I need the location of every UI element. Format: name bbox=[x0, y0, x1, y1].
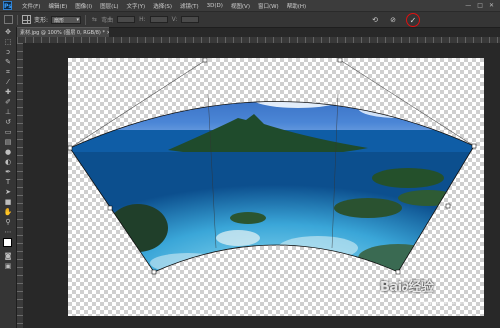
bend-field[interactable] bbox=[117, 16, 136, 23]
crop-tool-icon[interactable]: ⌗ bbox=[0, 67, 16, 77]
warp-label: 变形: bbox=[34, 17, 49, 24]
cancel-icon[interactable]: ⊘ bbox=[388, 15, 398, 25]
menu-layer[interactable]: 图层(L) bbox=[96, 2, 122, 10]
move-tool-icon[interactable]: ✥ bbox=[0, 27, 16, 37]
warp-control-handle[interactable] bbox=[107, 205, 113, 211]
color-swatches[interactable] bbox=[0, 237, 16, 251]
commit-controls: ⟲ ⊘ ✓ bbox=[370, 13, 420, 27]
minimize-button[interactable]: — bbox=[465, 2, 471, 9]
warp-control-handle[interactable] bbox=[151, 269, 157, 275]
v-label: V: bbox=[171, 16, 178, 23]
vertical-ruler bbox=[17, 43, 23, 328]
horizontal-ruler bbox=[17, 37, 500, 43]
window-controls: — □ ✕ bbox=[465, 2, 500, 9]
menu-image[interactable]: 图像(I) bbox=[71, 2, 96, 10]
maximize-button[interactable]: □ bbox=[477, 2, 483, 9]
marquee-tool-icon[interactable]: ⬚ bbox=[0, 37, 16, 47]
watermark-url: jingyan.baidu.com bbox=[420, 300, 467, 306]
quick-select-tool-icon[interactable]: ✎ bbox=[0, 57, 16, 67]
foreground-color-swatch[interactable] bbox=[3, 238, 12, 247]
checkmark-icon: ✓ bbox=[409, 15, 417, 25]
menu-window[interactable]: 窗口(W) bbox=[254, 2, 283, 10]
watermark-logo: Bai∂经验 bbox=[380, 280, 434, 295]
pen-tool-icon[interactable]: ✒ bbox=[0, 167, 16, 177]
app-logo: Ps bbox=[3, 1, 12, 10]
warp-control-handle[interactable] bbox=[395, 269, 401, 275]
menu-select[interactable]: 选择(S) bbox=[149, 2, 176, 10]
warp-control-handle[interactable] bbox=[68, 145, 73, 151]
menu-view[interactable]: 视图(V) bbox=[227, 2, 254, 10]
commit-button[interactable]: ✓ bbox=[406, 13, 420, 27]
divider bbox=[17, 14, 18, 25]
tools-panel: ✥ ⬚ ↄ ✎ ⌗ ⁄ ✚ ✐ ⊥ ↺ ▭ ▤ ● ◐ ✒ T ➤ ■ ✋ ⚲ … bbox=[0, 27, 17, 328]
eraser-tool-icon[interactable]: ▭ bbox=[0, 127, 16, 137]
warp-control-handle[interactable] bbox=[337, 58, 343, 63]
menu-3d[interactable]: 3D(D) bbox=[203, 3, 227, 9]
dodge-tool-icon[interactable]: ◐ bbox=[0, 157, 16, 167]
warp-grid-icon[interactable] bbox=[22, 15, 31, 24]
warp-style-select[interactable]: 扇形 bbox=[51, 15, 82, 24]
stamp-tool-icon[interactable]: ⊥ bbox=[0, 107, 16, 117]
brush-tool-icon[interactable]: ✐ bbox=[0, 97, 16, 107]
warp-control-handle[interactable] bbox=[471, 143, 477, 149]
warp-control-handle[interactable] bbox=[202, 58, 208, 63]
h-label: H: bbox=[139, 16, 146, 23]
bend-label: 弯曲 bbox=[101, 17, 114, 24]
h-distort-field[interactable] bbox=[149, 16, 168, 23]
menu-filter[interactable]: 滤镜(T) bbox=[176, 2, 203, 10]
warp-control-handle[interactable] bbox=[445, 203, 451, 209]
hand-tool-icon[interactable]: ✋ bbox=[0, 207, 16, 217]
path-select-tool-icon[interactable]: ➤ bbox=[0, 187, 16, 197]
blur-tool-icon[interactable]: ● bbox=[0, 147, 16, 157]
more-tools-icon[interactable]: ⋯ bbox=[0, 227, 16, 237]
type-tool-icon[interactable]: T bbox=[0, 177, 16, 187]
menu-edit[interactable]: 编辑(E) bbox=[44, 2, 71, 10]
menu-file[interactable]: 文件(F) bbox=[18, 2, 44, 10]
menu-help[interactable]: 帮助(H) bbox=[283, 2, 310, 10]
tool-preset-icon[interactable] bbox=[4, 15, 13, 24]
zoom-tool-icon[interactable]: ⚲ bbox=[0, 217, 16, 227]
eyedropper-tool-icon[interactable]: ⁄ bbox=[0, 77, 16, 87]
history-brush-tool-icon[interactable]: ↺ bbox=[0, 117, 16, 127]
document-tab[interactable]: 素材.jpg @ 100% (图层 0, RGB/8) * ✕ bbox=[17, 27, 109, 37]
close-button[interactable]: ✕ bbox=[489, 2, 494, 9]
options-bar: 变形: 扇形 ⇆ 弯曲 H: V: ⟲ ⊘ ✓ bbox=[0, 11, 500, 28]
v-distort-field[interactable] bbox=[181, 16, 200, 23]
lasso-tool-icon[interactable]: ↄ bbox=[0, 47, 16, 57]
orientation-icon[interactable]: ⇆ bbox=[92, 16, 97, 23]
divider bbox=[85, 14, 87, 25]
quick-mask-icon[interactable]: ◙ bbox=[0, 251, 16, 261]
menu-type[interactable]: 文字(Y) bbox=[123, 2, 150, 10]
gradient-tool-icon[interactable]: ▤ bbox=[0, 137, 16, 147]
menu-bar: Ps 文件(F) 编辑(E) 图像(I) 图层(L) 文字(Y) 选择(S) 滤… bbox=[0, 0, 500, 11]
shape-tool-icon[interactable]: ■ bbox=[0, 197, 16, 207]
reset-icon[interactable]: ⟲ bbox=[370, 15, 380, 25]
healing-tool-icon[interactable]: ✚ bbox=[0, 87, 16, 97]
screen-mode-icon[interactable]: ▣ bbox=[0, 261, 16, 271]
